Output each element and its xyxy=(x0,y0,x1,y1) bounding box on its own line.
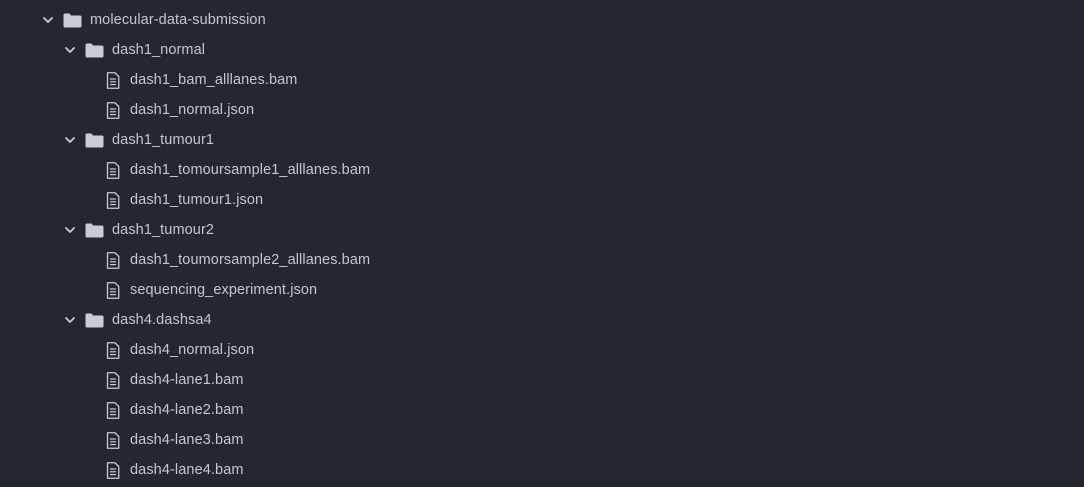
file-icon xyxy=(104,161,122,179)
tree-file[interactable]: dash4_normal.json xyxy=(0,335,1084,365)
file-icon xyxy=(104,461,122,479)
file-icon xyxy=(104,431,122,449)
file-label: dash1_tumour1.json xyxy=(130,192,264,208)
chevron-down-icon[interactable] xyxy=(62,222,78,238)
tree-folder[interactable]: dash1_tumour1 xyxy=(0,125,1084,155)
tree-file[interactable]: dash1_normal.json xyxy=(0,95,1084,125)
file-icon xyxy=(104,401,122,419)
chevron-down-icon[interactable] xyxy=(62,42,78,58)
chevron-down-icon[interactable] xyxy=(62,312,78,328)
tree-folder[interactable]: dash4.dashsa4 xyxy=(0,305,1084,335)
tree-file[interactable]: dash1_bam_alllanes.bam xyxy=(0,65,1084,95)
chevron-down-icon[interactable] xyxy=(62,132,78,148)
file-icon xyxy=(104,341,122,359)
tree-file[interactable]: sequencing_experiment.json xyxy=(0,275,1084,305)
file-label: dash4_normal.json xyxy=(130,342,255,358)
folder-icon xyxy=(62,11,82,29)
folder-label: dash1_tumour1 xyxy=(112,132,215,148)
file-icon xyxy=(104,191,122,209)
file-label: dash1_bam_alllanes.bam xyxy=(130,72,298,88)
tree-file[interactable]: dash4-lane1.bam xyxy=(0,365,1084,395)
file-label: dash4-lane2.bam xyxy=(130,402,244,418)
tree-folder-root[interactable]: molecular-data-submission xyxy=(0,5,1084,35)
file-icon xyxy=(104,71,122,89)
chevron-down-icon[interactable] xyxy=(40,12,56,28)
file-label: dash1_toumorsample2_alllanes.bam xyxy=(130,252,371,268)
file-icon xyxy=(104,101,122,119)
tree-file[interactable]: dash1_tomoursample1_alllanes.bam xyxy=(0,155,1084,185)
file-icon xyxy=(104,281,122,299)
file-label: dash4-lane1.bam xyxy=(130,372,244,388)
file-label: dash1_normal.json xyxy=(130,102,255,118)
folder-icon xyxy=(84,221,104,239)
folder-label: dash1_tumour2 xyxy=(112,222,215,238)
file-icon xyxy=(104,251,122,269)
tree-folder[interactable]: dash1_tumour2 xyxy=(0,215,1084,245)
file-label: dash1_tomoursample1_alllanes.bam xyxy=(130,162,371,178)
file-label: dash4-lane3.bam xyxy=(130,432,244,448)
tree-folder[interactable]: dash1_normal xyxy=(0,35,1084,65)
folder-label: molecular-data-submission xyxy=(90,12,266,28)
file-icon xyxy=(104,371,122,389)
tree-file[interactable]: dash1_tumour1.json xyxy=(0,185,1084,215)
tree-file[interactable]: dash4-lane2.bam xyxy=(0,395,1084,425)
folder-label: dash1_normal xyxy=(112,42,206,58)
tree-file[interactable]: dash1_toumorsample2_alllanes.bam xyxy=(0,245,1084,275)
file-label: dash4-lane4.bam xyxy=(130,462,244,478)
file-tree: molecular-data-submission dash1_normal d… xyxy=(0,0,1084,487)
folder-icon xyxy=(84,131,104,149)
folder-label: dash4.dashsa4 xyxy=(112,312,212,328)
tree-file[interactable]: dash4-lane3.bam xyxy=(0,425,1084,455)
tree-file[interactable]: dash4-lane4.bam xyxy=(0,455,1084,485)
file-label: sequencing_experiment.json xyxy=(130,282,318,298)
folder-icon xyxy=(84,41,104,59)
folder-icon xyxy=(84,311,104,329)
